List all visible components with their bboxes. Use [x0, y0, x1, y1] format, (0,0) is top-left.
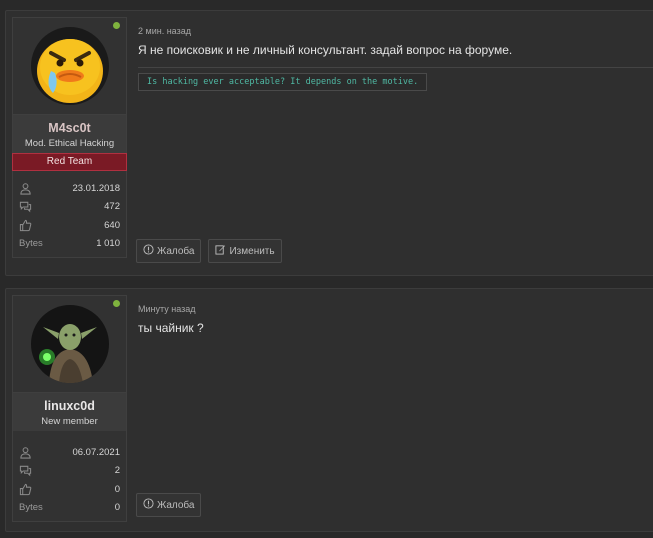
stat-bytes-label: Bytes [19, 238, 43, 250]
stat-messages-value: 2 [114, 465, 120, 477]
stat-bytes-label: Bytes [19, 502, 43, 514]
thumbs-up-icon [19, 219, 39, 232]
user-name-block: linuxc0d New member [13, 393, 126, 431]
stat-reactions: 0 [19, 480, 120, 499]
post-message-text: ты чайник ? [138, 321, 204, 335]
warning-icon [143, 498, 154, 512]
report-button[interactable]: Жалоба [136, 239, 202, 263]
username-link[interactable]: M4sc0t [15, 121, 124, 135]
comments-icon [19, 464, 39, 477]
edit-button-label: Изменить [229, 245, 275, 257]
report-button[interactable]: Жалоба [136, 493, 202, 517]
edit-icon [215, 244, 226, 258]
user-banner: Red Team [12, 153, 127, 171]
user-stats: 23.01.2018 472 640 Bytes 1 010 [13, 171, 126, 257]
report-button-label: Жалоба [157, 499, 195, 511]
post-actions: Жалоба Изменить [136, 239, 282, 263]
stat-reactions-value: 0 [114, 483, 120, 495]
stat-joined: 23.01.2018 [19, 179, 120, 198]
thumbs-up-icon [19, 483, 39, 496]
stat-bytes: Bytes 1 010 [19, 235, 120, 254]
stat-bytes-value: 1 010 [96, 238, 120, 250]
user-info-panel: linuxc0d New member 06.07.2021 2 0 Bytes… [12, 295, 127, 522]
stat-bytes-value: 0 [114, 502, 120, 514]
user-stats: 06.07.2021 2 0 Bytes 0 [13, 431, 126, 521]
stat-joined-value: 23.01.2018 [72, 182, 120, 194]
post-time[interactable]: 2 мин. назад [138, 26, 191, 36]
post-message-text: Я не поисковик и не личный консультант. … [138, 43, 513, 57]
post-actions: Жалоба [136, 493, 202, 517]
user-name-block: M4sc0t Mod. Ethical Hacking [13, 115, 126, 153]
post-time[interactable]: Минуту назад [138, 304, 195, 314]
edit-button[interactable]: Изменить [208, 239, 282, 263]
user-title: New member [41, 416, 98, 427]
post-message: M4sc0t Mod. Ethical Hacking Red Team 23.… [5, 10, 653, 276]
user-icon [19, 446, 39, 459]
stat-messages-value: 472 [104, 201, 120, 213]
warning-icon [143, 244, 154, 258]
stat-bytes: Bytes 0 [19, 499, 120, 518]
avatar-area [13, 18, 126, 115]
user-icon [19, 182, 39, 195]
stat-reactions: 640 [19, 216, 120, 235]
online-indicator [113, 300, 120, 307]
user-info-panel: M4sc0t Mod. Ethical Hacking Red Team 23.… [12, 17, 127, 258]
online-indicator [113, 22, 120, 29]
angry-duck-avatar[interactable] [31, 27, 109, 105]
signature-code: Is hacking ever acceptable? It depends o… [138, 73, 428, 91]
stat-joined-value: 06.07.2021 [72, 446, 120, 458]
post-message: linuxc0d New member 06.07.2021 2 0 Bytes… [5, 288, 653, 532]
stat-reactions-value: 640 [104, 219, 120, 231]
yoda-avatar[interactable] [31, 305, 109, 383]
signature-divider [138, 67, 653, 68]
stat-joined: 06.07.2021 [19, 443, 120, 462]
stat-messages: 2 [19, 462, 120, 481]
username-link[interactable]: linuxc0d [15, 399, 124, 413]
report-button-label: Жалоба [157, 245, 195, 257]
avatar-area [13, 296, 126, 393]
comments-icon [19, 200, 39, 213]
user-title: Mod. Ethical Hacking [24, 138, 115, 149]
stat-messages: 472 [19, 198, 120, 217]
